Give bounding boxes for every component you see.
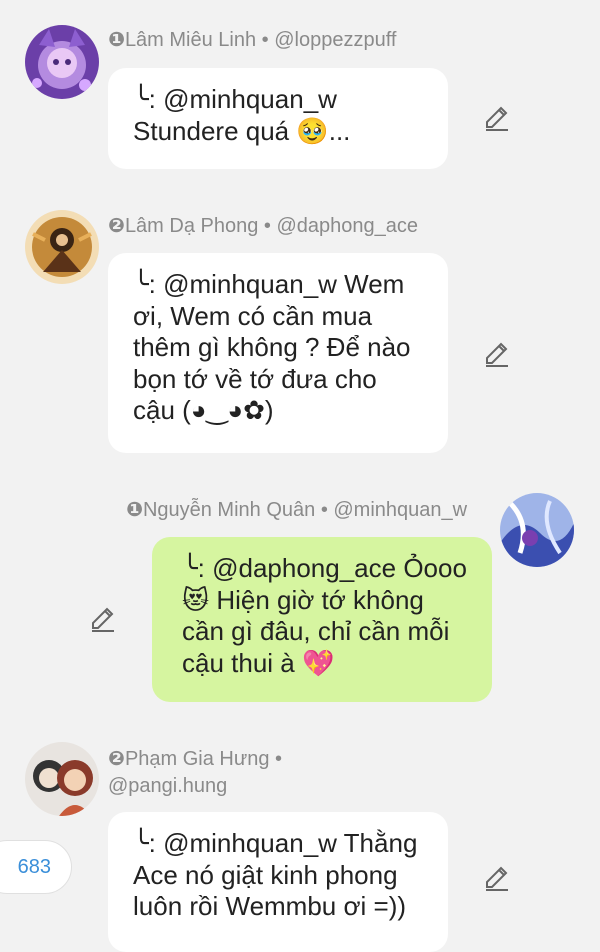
sender-header: ❶Nguyễn Minh Quân • @minhquan_w xyxy=(126,498,467,522)
sender-name: Lâm Miêu Linh • @loppezzpuff xyxy=(124,29,397,51)
message-line: ╰: @minhquan_w Wem xyxy=(133,269,405,299)
avatar-nguyen-minh-quan[interactable] xyxy=(500,493,574,567)
pencil-edit-icon[interactable] xyxy=(482,104,512,134)
message-line: cậu thui à 💖 xyxy=(182,647,335,678)
sender-name: Phạm Gia Hưng • xyxy=(124,748,283,770)
rank-badge: ❷ xyxy=(108,215,125,237)
avatar-lam-mieu-linh[interactable] xyxy=(25,25,99,99)
sender-handle: @pangi.hung xyxy=(108,775,228,797)
message-line: Stundere quá 🥹... xyxy=(133,115,351,146)
message-line: bọn tớ về tớ đưa cho xyxy=(133,363,377,394)
message-line: thêm gì không ? Để nào xyxy=(133,332,411,362)
message-line: 😻 Hiện giờ tớ không xyxy=(182,584,424,615)
reaction-count-button[interactable]: 683 xyxy=(0,840,72,894)
message-line: luôn rồi Wemmbu ơi =)) xyxy=(133,891,407,921)
pencil-edit-icon[interactable] xyxy=(88,605,118,635)
avatar-pham-gia-hung[interactable] xyxy=(25,742,99,816)
sender-name: Lâm Dạ Phong • @daphong_ace xyxy=(124,215,419,237)
rank-badge: ❶ xyxy=(126,499,143,521)
message-line: ơi, Wem có cần mua xyxy=(133,300,373,331)
rank-badge: ❶ xyxy=(108,29,125,51)
sender-header: ❷Phạm Gia Hưng • @pangi.hung xyxy=(108,746,282,800)
pencil-edit-icon[interactable] xyxy=(482,864,512,894)
message-line: cần gì đâu, chỉ cần mỗi xyxy=(182,616,450,646)
message-bubble[interactable]: ╰: @minhquan_w Wem ơi, Wem có cần mua th… xyxy=(108,253,448,453)
message-line: Ace nó giật kinh phong xyxy=(133,859,398,890)
own-message-bubble[interactable]: ╰: @daphong_ace Ỏooo 😻 Hiện giờ tớ không… xyxy=(152,537,492,702)
reaction-count: 683 xyxy=(17,855,51,878)
avatar-lam-da-phong[interactable] xyxy=(25,210,99,284)
pencil-edit-icon[interactable] xyxy=(482,340,512,370)
message-line: ╰: @minhquan_w xyxy=(133,84,337,114)
message-bubble[interactable]: ╰: @minhquan_w Thằng Ace nó giật kinh ph… xyxy=(108,812,448,952)
message-line: ╰: @minhquan_w Thằng xyxy=(133,828,418,858)
message-bubble[interactable]: ╰: @minhquan_w Stundere quá 🥹... xyxy=(108,68,448,169)
rank-badge: ❷ xyxy=(108,748,125,770)
sender-name: Nguyễn Minh Quân • @minhquan_w xyxy=(142,499,468,521)
sender-header: ❷Lâm Dạ Phong • @daphong_ace xyxy=(108,214,418,238)
sender-header: ❶Lâm Miêu Linh • @loppezzpuff xyxy=(108,28,396,52)
message-line: ╰: @daphong_ace Ỏooo xyxy=(182,553,467,583)
message-line: cậu (◕‿◕✿) xyxy=(133,395,274,425)
